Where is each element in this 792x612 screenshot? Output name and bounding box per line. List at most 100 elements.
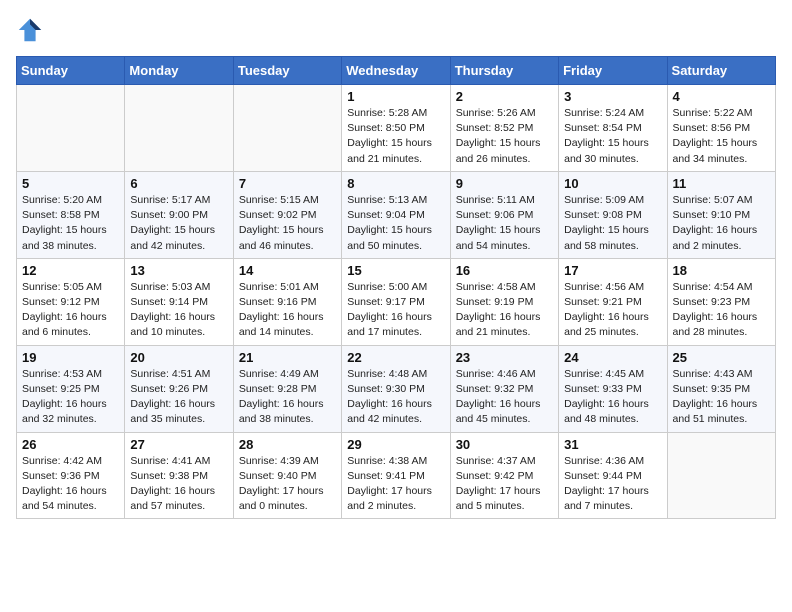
day-info: Sunrise: 4:58 AM Sunset: 9:19 PM Dayligh…: [456, 280, 553, 341]
calendar-table: SundayMondayTuesdayWednesdayThursdayFrid…: [16, 56, 776, 519]
calendar-cell: 6 Sunrise: 5:17 AM Sunset: 9:00 PM Daylig…: [125, 171, 233, 258]
calendar-cell: 11 Sunrise: 5:07 AM Sunset: 9:10 PM Dayli…: [667, 171, 775, 258]
day-number: 15: [347, 263, 444, 278]
calendar-cell: 17 Sunrise: 4:56 AM Sunset: 9:21 PM Dayli…: [559, 258, 667, 345]
day-number: 14: [239, 263, 336, 278]
day-number: 2: [456, 89, 553, 104]
day-number: 9: [456, 176, 553, 191]
day-number: 18: [673, 263, 770, 278]
calendar-cell: 29Sunrise: 4:38 AM Sunset: 9:41 PM Dayli…: [342, 432, 450, 519]
day-info: Sunrise: 4:36 AM Sunset: 9:44 PM Dayligh…: [564, 454, 661, 515]
week-row-2: 5 Sunrise: 5:20 AM Sunset: 8:58 PM Daylig…: [17, 171, 776, 258]
calendar-cell: 19Sunrise: 4:53 AM Sunset: 9:25 PM Dayli…: [17, 345, 125, 432]
calendar-cell: 15Sunrise: 5:00 AM Sunset: 9:17 PM Dayli…: [342, 258, 450, 345]
day-number: 24: [564, 350, 661, 365]
calendar-cell: 16 Sunrise: 4:58 AM Sunset: 9:19 PM Dayli…: [450, 258, 558, 345]
day-number: 26: [22, 437, 119, 452]
day-info: Sunrise: 5:01 AM Sunset: 9:16 PM Dayligh…: [239, 280, 336, 341]
calendar-cell: 1 Sunrise: 5:28 AM Sunset: 8:50 PM Daylig…: [342, 85, 450, 172]
day-number: 17: [564, 263, 661, 278]
calendar-cell: 21 Sunrise: 4:49 AM Sunset: 9:28 PM Dayli…: [233, 345, 341, 432]
day-info: Sunrise: 4:49 AM Sunset: 9:28 PM Dayligh…: [239, 367, 336, 428]
calendar-cell: 30 Sunrise: 4:37 AM Sunset: 9:42 PM Dayli…: [450, 432, 558, 519]
calendar-cell: 14 Sunrise: 5:01 AM Sunset: 9:16 PM Dayli…: [233, 258, 341, 345]
day-info: Sunrise: 5:17 AM Sunset: 9:00 PM Dayligh…: [130, 193, 227, 254]
day-number: 23: [456, 350, 553, 365]
day-number: 4: [673, 89, 770, 104]
calendar-cell: 27 Sunrise: 4:41 AM Sunset: 9:38 PM Dayli…: [125, 432, 233, 519]
day-number: 20: [130, 350, 227, 365]
day-info: Sunrise: 5:05 AM Sunset: 9:12 PM Dayligh…: [22, 280, 119, 341]
day-number: 25: [673, 350, 770, 365]
day-info: Sunrise: 5:24 AM Sunset: 8:54 PM Dayligh…: [564, 106, 661, 167]
day-info: Sunrise: 5:28 AM Sunset: 8:50 PM Dayligh…: [347, 106, 444, 167]
day-info: Sunrise: 4:45 AM Sunset: 9:33 PM Dayligh…: [564, 367, 661, 428]
day-number: 12: [22, 263, 119, 278]
calendar-cell: 3 Sunrise: 5:24 AM Sunset: 8:54 PM Daylig…: [559, 85, 667, 172]
day-info: Sunrise: 5:03 AM Sunset: 9:14 PM Dayligh…: [130, 280, 227, 341]
day-number: 27: [130, 437, 227, 452]
weekday-header-tuesday: Tuesday: [233, 57, 341, 85]
day-info: Sunrise: 5:11 AM Sunset: 9:06 PM Dayligh…: [456, 193, 553, 254]
day-number: 16: [456, 263, 553, 278]
weekday-header-sunday: Sunday: [17, 57, 125, 85]
day-number: 8: [347, 176, 444, 191]
day-number: 21: [239, 350, 336, 365]
day-info: Sunrise: 4:37 AM Sunset: 9:42 PM Dayligh…: [456, 454, 553, 515]
page-header: [16, 16, 776, 44]
week-row-1: 1 Sunrise: 5:28 AM Sunset: 8:50 PM Daylig…: [17, 85, 776, 172]
weekday-header-saturday: Saturday: [667, 57, 775, 85]
calendar-cell: 22Sunrise: 4:48 AM Sunset: 9:30 PM Dayli…: [342, 345, 450, 432]
day-info: Sunrise: 4:39 AM Sunset: 9:40 PM Dayligh…: [239, 454, 336, 515]
day-number: 29: [347, 437, 444, 452]
calendar-cell: 24 Sunrise: 4:45 AM Sunset: 9:33 PM Dayli…: [559, 345, 667, 432]
weekday-header-friday: Friday: [559, 57, 667, 85]
calendar-cell: [667, 432, 775, 519]
calendar-cell: 7Sunrise: 5:15 AM Sunset: 9:02 PM Daylig…: [233, 171, 341, 258]
calendar-cell: 8 Sunrise: 5:13 AM Sunset: 9:04 PM Daylig…: [342, 171, 450, 258]
day-number: 28: [239, 437, 336, 452]
weekday-header-wednesday: Wednesday: [342, 57, 450, 85]
day-number: 11: [673, 176, 770, 191]
calendar-cell: 9 Sunrise: 5:11 AM Sunset: 9:06 PM Daylig…: [450, 171, 558, 258]
calendar-header: SundayMondayTuesdayWednesdayThursdayFrid…: [17, 57, 776, 85]
calendar-cell: 25 Sunrise: 4:43 AM Sunset: 9:35 PM Dayli…: [667, 345, 775, 432]
day-info: Sunrise: 4:43 AM Sunset: 9:35 PM Dayligh…: [673, 367, 770, 428]
day-info: Sunrise: 5:13 AM Sunset: 9:04 PM Dayligh…: [347, 193, 444, 254]
weekday-header-thursday: Thursday: [450, 57, 558, 85]
day-number: 13: [130, 263, 227, 278]
day-number: 3: [564, 89, 661, 104]
day-number: 22: [347, 350, 444, 365]
day-info: Sunrise: 4:56 AM Sunset: 9:21 PM Dayligh…: [564, 280, 661, 341]
calendar-cell: [17, 85, 125, 172]
calendar-body: 1 Sunrise: 5:28 AM Sunset: 8:50 PM Daylig…: [17, 85, 776, 519]
day-info: Sunrise: 5:26 AM Sunset: 8:52 PM Dayligh…: [456, 106, 553, 167]
calendar-cell: [125, 85, 233, 172]
day-number: 5: [22, 176, 119, 191]
calendar-cell: 28 Sunrise: 4:39 AM Sunset: 9:40 PM Dayli…: [233, 432, 341, 519]
calendar-cell: 18 Sunrise: 4:54 AM Sunset: 9:23 PM Dayli…: [667, 258, 775, 345]
calendar-cell: 12 Sunrise: 5:05 AM Sunset: 9:12 PM Dayli…: [17, 258, 125, 345]
week-row-3: 12 Sunrise: 5:05 AM Sunset: 9:12 PM Dayli…: [17, 258, 776, 345]
day-number: 10: [564, 176, 661, 191]
day-number: 31: [564, 437, 661, 452]
calendar-cell: 31 Sunrise: 4:36 AM Sunset: 9:44 PM Dayli…: [559, 432, 667, 519]
weekday-row: SundayMondayTuesdayWednesdayThursdayFrid…: [17, 57, 776, 85]
day-number: 1: [347, 89, 444, 104]
day-info: Sunrise: 4:53 AM Sunset: 9:25 PM Dayligh…: [22, 367, 119, 428]
day-info: Sunrise: 4:41 AM Sunset: 9:38 PM Dayligh…: [130, 454, 227, 515]
day-info: Sunrise: 5:20 AM Sunset: 8:58 PM Dayligh…: [22, 193, 119, 254]
logo-icon: [16, 16, 44, 44]
day-info: Sunrise: 4:54 AM Sunset: 9:23 PM Dayligh…: [673, 280, 770, 341]
calendar-cell: 5 Sunrise: 5:20 AM Sunset: 8:58 PM Daylig…: [17, 171, 125, 258]
day-info: Sunrise: 5:07 AM Sunset: 9:10 PM Dayligh…: [673, 193, 770, 254]
day-number: 7: [239, 176, 336, 191]
day-number: 6: [130, 176, 227, 191]
week-row-4: 19Sunrise: 4:53 AM Sunset: 9:25 PM Dayli…: [17, 345, 776, 432]
day-number: 30: [456, 437, 553, 452]
calendar-cell: 13 Sunrise: 5:03 AM Sunset: 9:14 PM Dayli…: [125, 258, 233, 345]
calendar-cell: 26Sunrise: 4:42 AM Sunset: 9:36 PM Dayli…: [17, 432, 125, 519]
day-info: Sunrise: 5:22 AM Sunset: 8:56 PM Dayligh…: [673, 106, 770, 167]
calendar-cell: 2 Sunrise: 5:26 AM Sunset: 8:52 PM Daylig…: [450, 85, 558, 172]
weekday-header-monday: Monday: [125, 57, 233, 85]
